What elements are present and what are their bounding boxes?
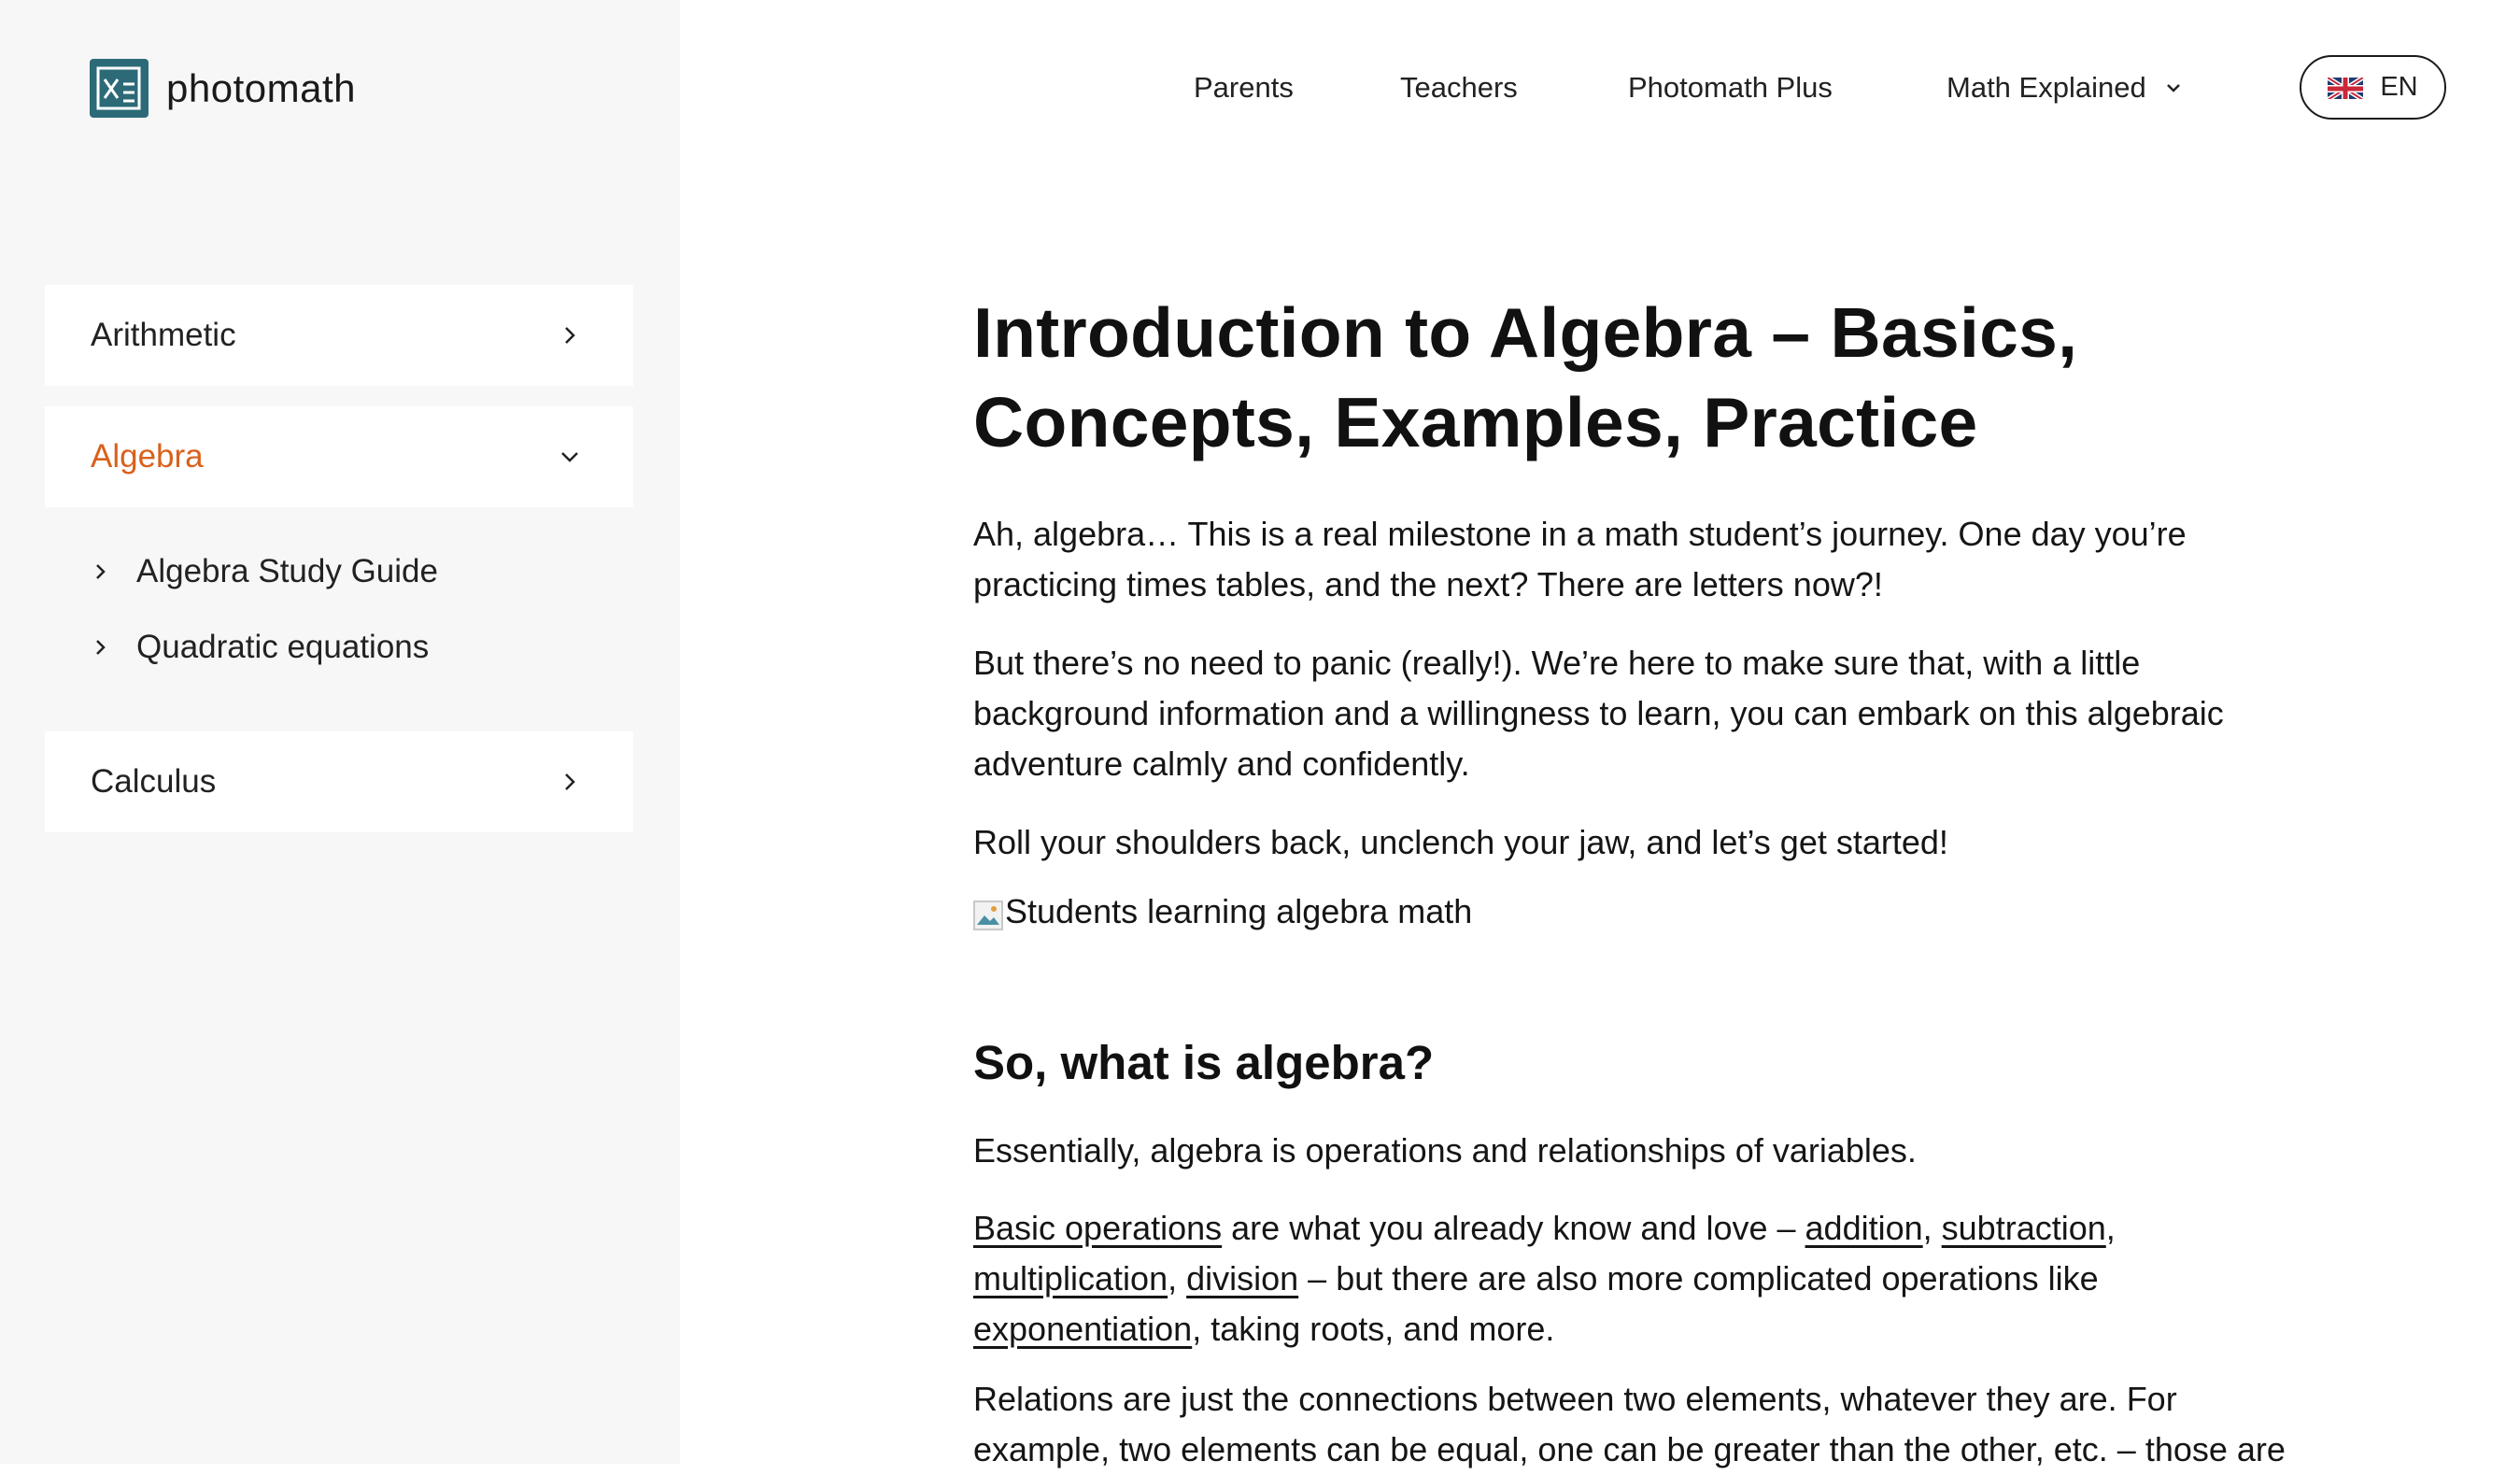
relations-paragraph: Relations are just the connections betwe… [973,1380,2286,1468]
intro-paragraph-3: Roll your shoulders back, unclench your … [973,823,1948,861]
link-division[interactable]: division [1186,1259,1298,1298]
sidebar-item-algebra[interactable]: Algebra [45,406,633,507]
sidebar-subitem-label: Algebra Study Guide [136,553,438,589]
sidebar-subitem-label: Quadratic equations [136,629,430,665]
chevron-down-icon [559,446,581,468]
chevron-down-icon [2165,82,2182,93]
text-span: , [2105,1209,2116,1247]
chevron-right-icon [559,771,581,793]
sidebar-item-label: Calculus [91,763,217,800]
operations-paragraph: Basic operations are what you already kn… [973,1203,2150,1354]
nav-dropdown-label: Math Explained [1947,71,2146,104]
sidebar-subitem-quadratic-equations[interactable]: Quadratic equations [90,629,429,666]
sidebar-subitem-algebra-study-guide[interactable]: Algebra Study Guide [90,553,438,590]
link-basic-operations[interactable]: Basic operations [973,1209,1222,1247]
sidebar-item-label: Algebra [91,438,204,475]
link-exponentiation[interactable]: exponentiation [973,1310,1192,1348]
nav-dropdown-math-explained[interactable]: Math Explained [1947,71,2182,105]
chevron-right-icon [90,636,112,659]
language-label: EN [2380,72,2418,102]
sidebar-item-calculus[interactable]: Calculus [45,731,633,832]
chevron-right-icon [90,560,112,583]
section-paragraph-1: Essentially, algebra is operations and r… [973,1131,1917,1170]
sidebar: photomath Arithmetic Algebra Algebra Stu… [0,0,680,1464]
nav-link-teachers[interactable]: Teachers [1400,71,1518,105]
intro-paragraph-1: Ah, algebra… This is a real milestone in… [973,515,2187,603]
text-span: are what you already know and love – [1222,1209,1805,1247]
nav-link-parents[interactable]: Parents [1194,71,1294,105]
sidebar-item-arithmetic[interactable]: Arithmetic [45,285,633,386]
language-selector-button[interactable]: EN [2300,55,2446,120]
link-addition[interactable]: addition [1805,1209,1923,1247]
uk-flag-icon [2328,76,2364,99]
sidebar-item-label: Arithmetic [91,317,236,353]
intro-paragraph-2: But there’s no need to panic (really!). … [973,644,2224,783]
text-span: , [1168,1259,1187,1298]
photomath-logo-icon [90,59,149,118]
link-subtraction[interactable]: subtraction [1942,1209,2106,1247]
text-span: – but there are also more complicated op… [1298,1259,2099,1298]
text-span: , [1922,1209,1942,1247]
section-heading: So, what is algebra? [973,1036,1435,1089]
nav-link-photomath-plus[interactable]: Photomath Plus [1628,71,1833,105]
image-alt-text: Students learning algebra math [1005,892,1473,930]
link-multiplication[interactable]: multiplication [973,1259,1168,1298]
logo-text: photomath [166,65,356,110]
article-image: Students learning algebra math [973,893,2318,930]
text-span: , taking roots, and more. [1192,1310,1555,1348]
page-title: Introduction to Algebra – Basics, Concep… [973,293,2078,461]
broken-image-icon [973,901,1003,930]
chevron-right-icon [559,324,581,347]
logo[interactable]: photomath [90,59,356,118]
